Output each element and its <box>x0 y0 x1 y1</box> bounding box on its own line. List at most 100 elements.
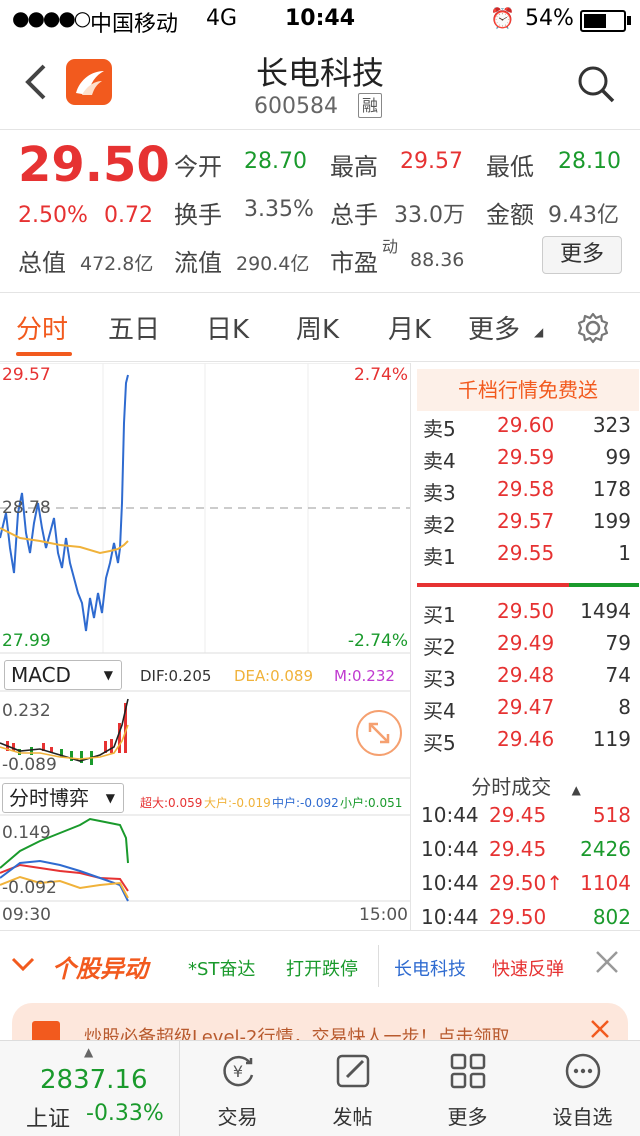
more-info-button[interactable]: 更多 <box>542 236 622 274</box>
add-watchlist-button[interactable]: 设自选 <box>525 1041 640 1136</box>
search-icon[interactable] <box>576 64 616 104</box>
game-selector[interactable]: 分时博弈 ▼ <box>2 783 124 813</box>
ask-volume: 178 <box>592 477 631 501</box>
change-amount: 0.72 <box>104 203 153 228</box>
float-cap-value: 290.4亿 <box>236 253 310 275</box>
macd-m: M:0.232 <box>334 667 395 685</box>
bid-price: 29.48 <box>497 663 555 687</box>
tick-price: 29.45 <box>489 803 547 827</box>
ticks-title: 分时成交 <box>471 775 552 799</box>
battery-percent: 54% <box>525 6 574 31</box>
tab-daily-k[interactable]: 日K <box>206 309 249 346</box>
bid-volume: 119 <box>592 727 631 751</box>
chevron-down-icon: ▼ <box>105 791 115 805</box>
bottom-toolbar: ▲ 2837.16 上证 -0.33% ¥ 交易 发帖 更多 设自选 <box>0 1040 640 1136</box>
game-selector-label: 分时博弈 <box>9 786 89 810</box>
index-change: -0.33% <box>86 1101 164 1126</box>
pe-value: 88.36 <box>410 249 465 271</box>
trade-icon: ¥ <box>223 1055 254 1087</box>
tab-more[interactable]: 更多 <box>468 309 520 346</box>
tab-intraday[interactable]: 分时 <box>16 309 68 346</box>
margin-badge: 融 <box>358 93 382 118</box>
low-value: 28.10 <box>558 149 621 174</box>
tab-weekly-k[interactable]: 周K <box>296 309 339 346</box>
tick-row: 10:44 29.45 2426 <box>411 837 640 869</box>
battery-icon <box>580 10 626 32</box>
ask-row: 卖4 29.59 99 <box>411 445 640 477</box>
ticks-header[interactable]: 分时成交 ▲ <box>411 771 640 800</box>
ask-row: 卖2 29.57 199 <box>411 509 640 541</box>
index-ticker[interactable]: ▲ 2837.16 上证 -0.33% <box>0 1041 180 1136</box>
bid-price: 29.47 <box>497 695 555 719</box>
tick-row: 10:44 29.45 518 <box>411 803 640 835</box>
close-icon[interactable] <box>594 949 620 979</box>
tab-five-day[interactable]: 五日 <box>108 309 160 346</box>
tick-volume: 2426 <box>580 837 631 861</box>
ask-volume: 1 <box>618 541 631 565</box>
intraday-chart[interactable]: 29.57 2.74% 28.78 27.99 -2.74% MACD ▼ DI… <box>0 363 410 930</box>
alarm-icon: ⏰ <box>490 6 515 30</box>
trade-label: 交易 <box>217 1105 258 1129</box>
bid-row: 买5 29.46 119 <box>411 727 640 759</box>
ask-label: 卖1 <box>423 545 456 569</box>
grid-icon <box>450 1053 486 1089</box>
game-top-label: 0.149 <box>2 823 51 843</box>
ask-row: 卖3 29.58 178 <box>411 477 640 509</box>
macd-top-label: 0.232 <box>2 701 51 721</box>
ask-row: 卖5 29.60 323 <box>411 413 640 445</box>
price-mid-label: 28.78 <box>2 498 51 518</box>
collapse-chevron-icon[interactable] <box>10 951 36 981</box>
stock-header: 长电科技 600584 融 <box>0 40 640 130</box>
more-button[interactable]: 更多 <box>410 1041 525 1136</box>
level2-promo-banner[interactable]: 千档行情免费送 <box>417 369 639 411</box>
turnover-value: 3.35% <box>244 197 314 222</box>
time-end-label: 15:00 <box>359 905 408 925</box>
bid-row: 买3 29.48 74 <box>411 663 640 695</box>
bid-label: 买3 <box>423 667 456 691</box>
alert-item[interactable]: *ST奋达 <box>188 955 255 981</box>
bid-label: 买1 <box>423 603 456 627</box>
bid-label: 买4 <box>423 699 456 723</box>
alert-item[interactable]: 快速反弹 <box>492 955 564 981</box>
macd-dea: DEA:0.089 <box>234 667 314 685</box>
bid-volume: 79 <box>605 631 631 655</box>
post-button[interactable]: 发帖 <box>295 1041 410 1136</box>
game-big: 超大:0.059 <box>140 796 203 810</box>
pe-superscript: 动 <box>382 237 399 256</box>
tick-volume: 1104 <box>580 871 631 895</box>
battery-cap <box>627 16 631 25</box>
open-value: 28.70 <box>244 149 307 174</box>
expand-icon[interactable] <box>356 710 402 756</box>
alert-item[interactable]: 长电科技 <box>394 955 466 981</box>
ask-price: 29.55 <box>497 541 555 565</box>
chart-tabs: 分时 五日 日K 周K 月K 更多 ◢ <box>0 292 640 362</box>
float-cap-label: 流值 <box>174 249 222 277</box>
more-label: 更多 <box>447 1105 488 1129</box>
ask-price: 29.58 <box>497 477 555 501</box>
svg-text:¥: ¥ <box>233 1062 243 1081</box>
alert-item[interactable]: 打开跌停 <box>286 955 358 981</box>
tick-time: 10:44 <box>421 871 479 895</box>
post-label: 发帖 <box>332 1105 373 1129</box>
macd-selector[interactable]: MACD ▼ <box>4 660 122 690</box>
promo-banner[interactable]: 炒股必备超级Level-2行情，交易快人一步！点击领取 <box>12 1003 628 1048</box>
pe-label: 市盈 <box>330 249 378 277</box>
status-bar: ●●●●○ 中国移动 4G 10:44 ⏰ 54% <box>0 0 640 40</box>
stock-alert-strip: 个股异动 *ST奋达 打开跌停 长电科技 快速反弹 <box>0 930 640 1000</box>
bid-volume: 74 <box>605 663 631 687</box>
game-large: 大户:-0.019 <box>204 796 271 810</box>
alert-title: 个股异动 <box>52 955 148 983</box>
pct-high-label: 2.74% <box>353 365 408 385</box>
bid-price: 29.50 <box>497 599 555 623</box>
ask-volume: 99 <box>605 445 631 469</box>
volume-value: 33.0万 <box>394 203 465 228</box>
volume-label: 总手 <box>330 201 378 229</box>
active-tab-indicator <box>16 352 72 356</box>
ask-price: 29.59 <box>497 445 555 469</box>
trade-button[interactable]: ¥ 交易 <box>180 1041 295 1136</box>
low-label: 最低 <box>486 153 534 181</box>
bid-volume: 8 <box>618 695 631 719</box>
gear-icon[interactable] <box>576 311 610 345</box>
ask-volume: 323 <box>592 413 631 437</box>
tab-monthly-k[interactable]: 月K <box>388 309 431 346</box>
